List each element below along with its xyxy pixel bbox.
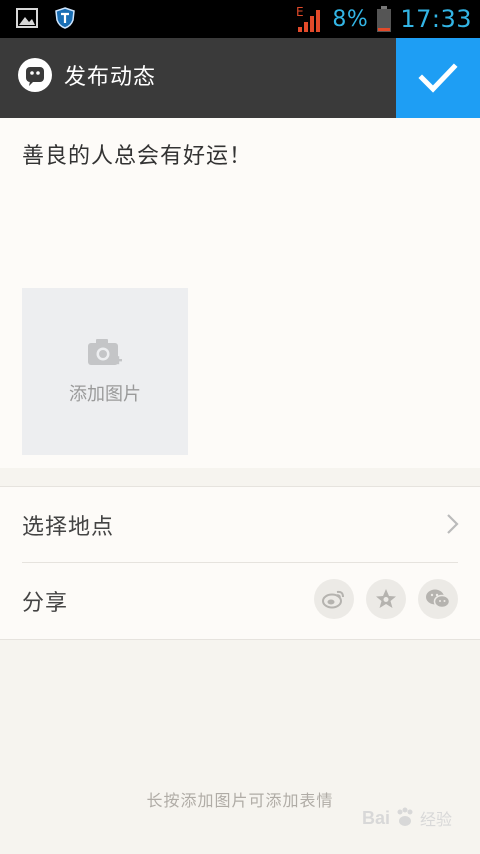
watermark-brand: Bai <box>361 807 390 828</box>
select-location-label: 选择地点 <box>22 515 115 540</box>
options-list: 选择地点 分享 <box>0 486 480 640</box>
share-wechat-button[interactable] <box>418 579 458 619</box>
shield-icon <box>55 7 75 29</box>
signal-icon: E <box>296 5 321 32</box>
publish-button[interactable] <box>396 38 480 118</box>
wechat-icon <box>426 589 451 609</box>
battery-icon <box>377 6 392 32</box>
weibo-icon <box>322 590 344 609</box>
checkmark-icon <box>418 63 458 93</box>
select-location-row[interactable]: 选择地点 <box>0 487 480 563</box>
compose-area[interactable]: 善良的人总会有好运！ 添加图片 <box>0 118 480 468</box>
paw-icon <box>397 807 413 826</box>
section-separator <box>0 468 480 486</box>
chevron-right-icon <box>447 514 459 534</box>
add-photo-button[interactable]: 添加图片 <box>22 288 188 455</box>
star-icon <box>376 589 396 608</box>
title-bar: 发布动态 <box>0 38 480 118</box>
share-favorite-button[interactable] <box>366 579 406 619</box>
status-bar: E 8% 17:33 <box>0 0 480 38</box>
add-photo-label: 添加图片 <box>69 384 141 405</box>
share-label: 分享 <box>22 591 69 616</box>
app-logo-icon <box>18 58 52 92</box>
share-weibo-button[interactable] <box>314 579 354 619</box>
watermark-suffix: 经验 <box>419 810 452 829</box>
gallery-icon <box>16 8 38 28</box>
watermark: Bai 经验 <box>362 806 452 830</box>
post-text-input[interactable]: 善良的人总会有好运！ <box>22 138 252 170</box>
svg-text:E: E <box>296 5 304 19</box>
camera-add-icon <box>88 339 122 365</box>
page-title: 发布动态 <box>64 65 157 90</box>
clock: 17:33 <box>400 5 472 33</box>
battery-percent: 8% <box>332 6 369 32</box>
share-row: 分享 <box>0 563 480 638</box>
